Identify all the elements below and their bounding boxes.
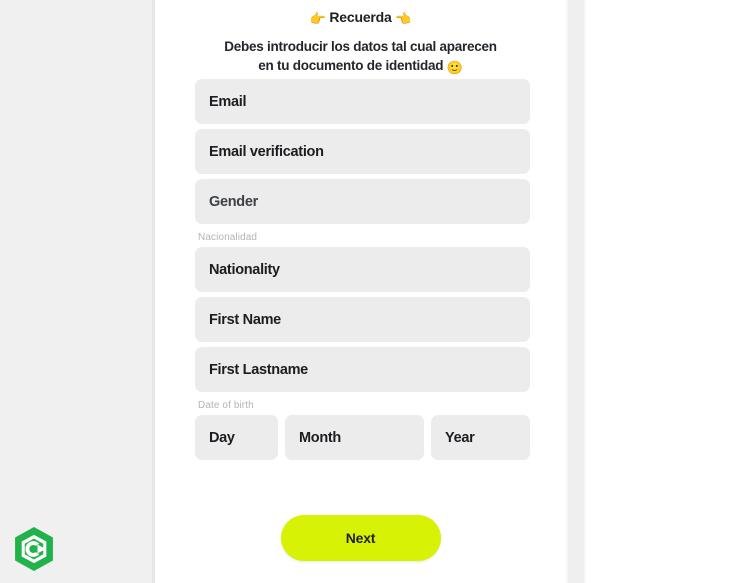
first-name-field-label: First Name — [209, 311, 281, 328]
brand-logo-icon — [12, 526, 56, 572]
pointing-hand-right-icon: 👈 — [395, 11, 412, 26]
pointing-hand-left-icon: 👉 — [309, 11, 326, 26]
gender-field[interactable]: Gender — [195, 179, 530, 224]
dob-month-field[interactable]: Month — [285, 415, 424, 460]
date-of-birth-row: Day Month Year — [195, 415, 530, 460]
email-verification-field-label: Email verification — [209, 143, 324, 160]
dob-day-label: Day — [209, 429, 235, 446]
dob-month-label: Month — [299, 429, 341, 446]
remember-heading-text: Recuerda — [329, 9, 392, 25]
dob-day-field[interactable]: Day — [195, 415, 278, 460]
remember-heading: 👉 Recuerda 👈 — [155, 7, 566, 29]
left-gutter — [0, 0, 152, 583]
first-lastname-field-label: First Lastname — [209, 361, 308, 378]
next-button-container: Next — [155, 515, 566, 561]
first-name-field[interactable]: First Name — [195, 297, 530, 342]
content-panel: 👉 Recuerda 👈 Debes introducir los datos … — [155, 0, 566, 583]
nationality-field-label: Nationality — [209, 261, 280, 278]
form-header: 👉 Recuerda 👈 Debes introducir los datos … — [155, 0, 566, 77]
instruction-line-1: Debes introducir los datos tal cual apar… — [224, 39, 497, 54]
page-root: 👉 Recuerda 👈 Debes introducir los datos … — [0, 0, 747, 583]
right-divider-edge-right — [584, 0, 586, 583]
email-field-label: Email — [209, 93, 247, 110]
dob-year-label: Year — [445, 429, 475, 446]
date-of-birth-group-label: Date of birth — [198, 400, 254, 411]
smiley-face-icon: 🙂 — [446, 60, 463, 75]
email-verification-field[interactable]: Email verification — [195, 129, 530, 174]
nationality-field[interactable]: Nationality — [195, 247, 530, 292]
gender-field-label: Gender — [209, 193, 258, 210]
dob-year-field[interactable]: Year — [431, 415, 530, 460]
first-lastname-field[interactable]: First Lastname — [195, 347, 530, 392]
nationality-group-label: Nacionalidad — [198, 232, 258, 243]
instruction-line-2: en tu documento de identidad — [258, 58, 444, 73]
next-button[interactable]: Next — [280, 515, 441, 561]
page-scroll-divider[interactable] — [568, 0, 584, 583]
email-field[interactable]: Email — [195, 79, 530, 124]
instruction-text: Debes introducir los datos tal cual apar… — [155, 37, 566, 77]
registration-form: Email Email verification Gender Nacional… — [195, 79, 530, 460]
